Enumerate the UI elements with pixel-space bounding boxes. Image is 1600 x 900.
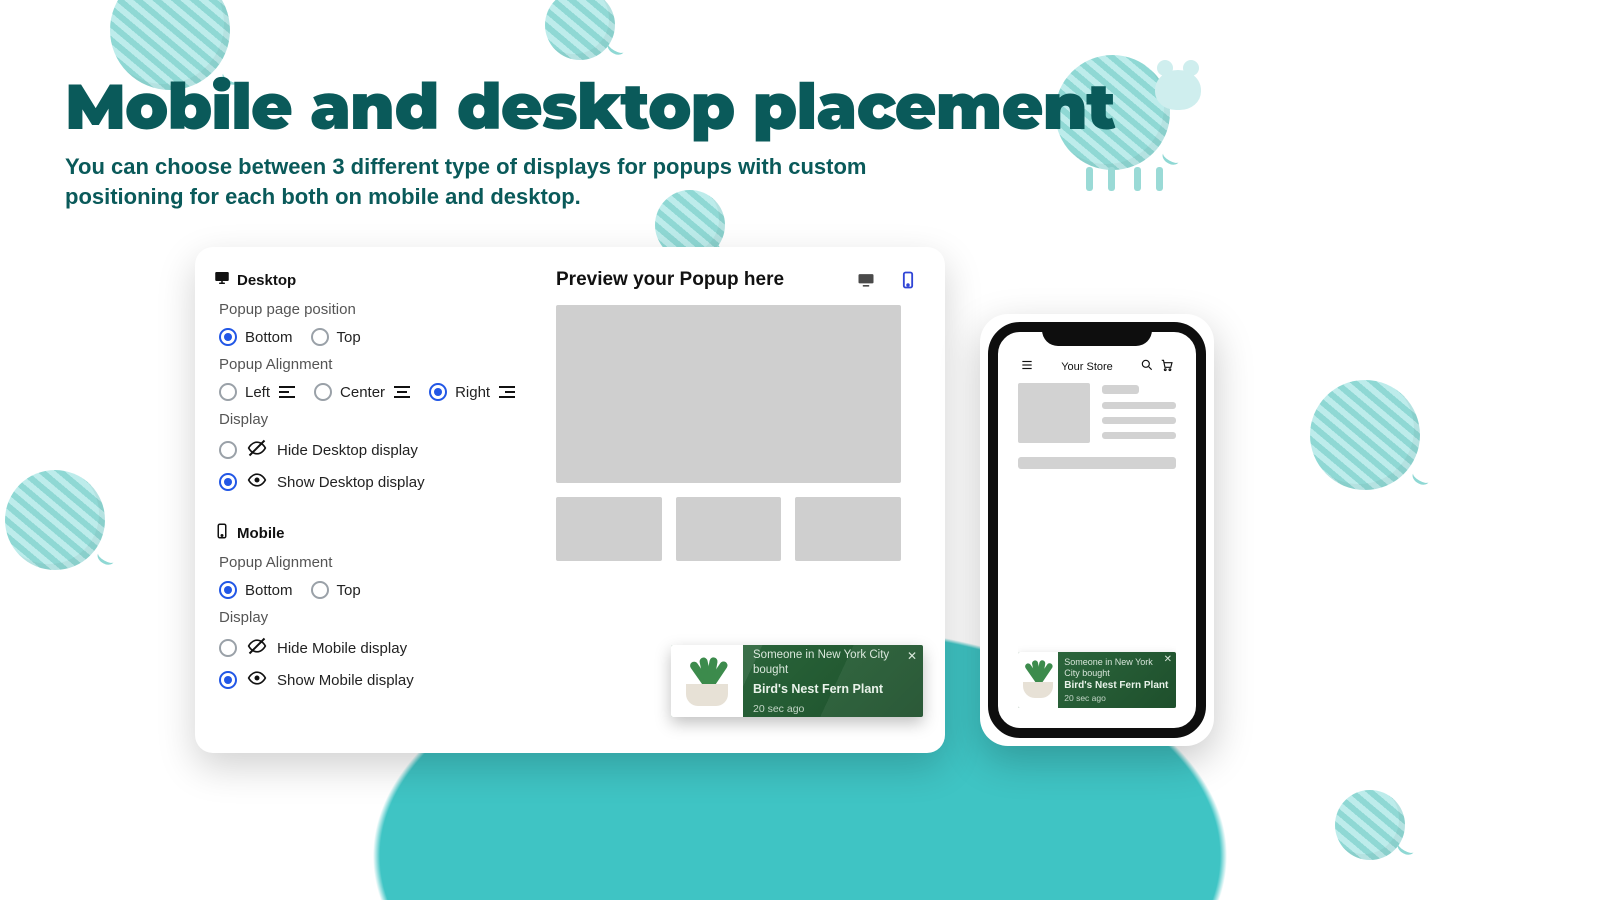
yarn-ball-icon [1310,380,1420,490]
store-name: Your Store [1061,361,1113,373]
field-label-alignment: Popup Alignment [219,356,543,373]
search-icon[interactable] [1140,358,1154,375]
radio-mobile-show[interactable] [219,671,237,689]
phone-wireframe [1018,383,1176,469]
radio-label: Bottom [245,582,293,599]
phone-popup: Someone in New York City bought Bird's N… [1018,652,1176,708]
field-label-display: Display [219,411,543,428]
popup-product: Bird's Nest Fern Plant [753,681,913,698]
page-title: Mobile and desktop placement [65,68,1115,146]
radio-label: Hide Mobile display [277,640,407,657]
align-left-icon [278,385,296,399]
field-label-m-display: Display [219,609,543,626]
field-label-m-alignment: Popup Alignment [219,554,543,571]
radio-label: Bottom [245,329,293,346]
section-desktop: Desktop [213,269,543,291]
phone-topbar: Your Store [1018,354,1176,383]
yarn-ball-icon [5,470,105,570]
page-subtitle: You can choose between 3 different type … [65,152,885,211]
radio-desktop-align-center[interactable]: Center [314,383,411,401]
preview-wireframe [556,305,901,561]
popup-thumbnail [671,645,743,717]
eye-icon [247,470,267,494]
yarn-ball-icon [545,0,615,60]
radio-label: Top [337,329,361,346]
popup-time: 20 sec ago [753,702,913,716]
radio-desktop-hide[interactable] [219,441,237,459]
eye-icon [247,668,267,692]
popup-line1: Someone in New York City bought [753,648,913,679]
radio-mobile-align-bottom[interactable]: Bottom [219,581,293,599]
phone-popup-line1: Someone in New York City bought [1064,657,1170,679]
align-center-icon [393,385,411,399]
yarn-ball-icon [1335,790,1405,860]
preview-device-mobile[interactable] [895,270,921,290]
radio-label: Right [455,384,490,401]
radio-label: Hide Desktop display [277,442,418,459]
popup-preview: Someone in New York City bought Bird's N… [671,645,923,717]
radio-label: Center [340,384,385,401]
radio-label: Show Desktop display [277,474,425,491]
eye-off-icon [247,438,267,462]
radio-mobile-hide[interactable] [219,639,237,657]
phone-notch [1042,322,1152,346]
align-right-icon [498,385,516,399]
section-desktop-label: Desktop [237,272,296,289]
radio-mobile-align-top[interactable]: Top [311,581,361,599]
preview-title: Preview your Popup here [556,269,784,291]
radio-label: Show Mobile display [277,672,414,689]
radio-desktop-align-right[interactable]: Right [429,383,516,401]
field-label-position: Popup page position [219,301,543,318]
menu-icon[interactable] [1020,358,1034,375]
settings-card: Desktop Popup page position Bottom Top P… [195,247,945,753]
radio-desktop-align-left[interactable]: Left [219,383,296,401]
desktop-icon [213,269,231,291]
radio-desktop-position-top[interactable]: Top [311,328,361,346]
preview-device-desktop[interactable] [853,270,879,290]
cart-icon[interactable] [1160,358,1174,375]
radio-desktop-position-bottom[interactable]: Bottom [219,328,293,346]
radio-label: Left [245,384,270,401]
radio-desktop-show[interactable] [219,473,237,491]
radio-label: Top [337,582,361,599]
popup-close-icon[interactable]: ✕ [907,649,917,663]
phone-mock: Your Store [980,314,1214,746]
section-mobile: Mobile [213,522,543,544]
phone-popup-product: Bird's Nest Fern Plant [1064,680,1170,692]
phone-popup-time: 20 sec ago [1064,693,1170,703]
eye-off-icon [247,636,267,660]
phone-popup-close-icon[interactable]: ✕ [1164,654,1172,665]
mobile-icon [213,522,231,544]
section-mobile-label: Mobile [237,525,285,542]
sheep-face-icon [1155,70,1201,110]
